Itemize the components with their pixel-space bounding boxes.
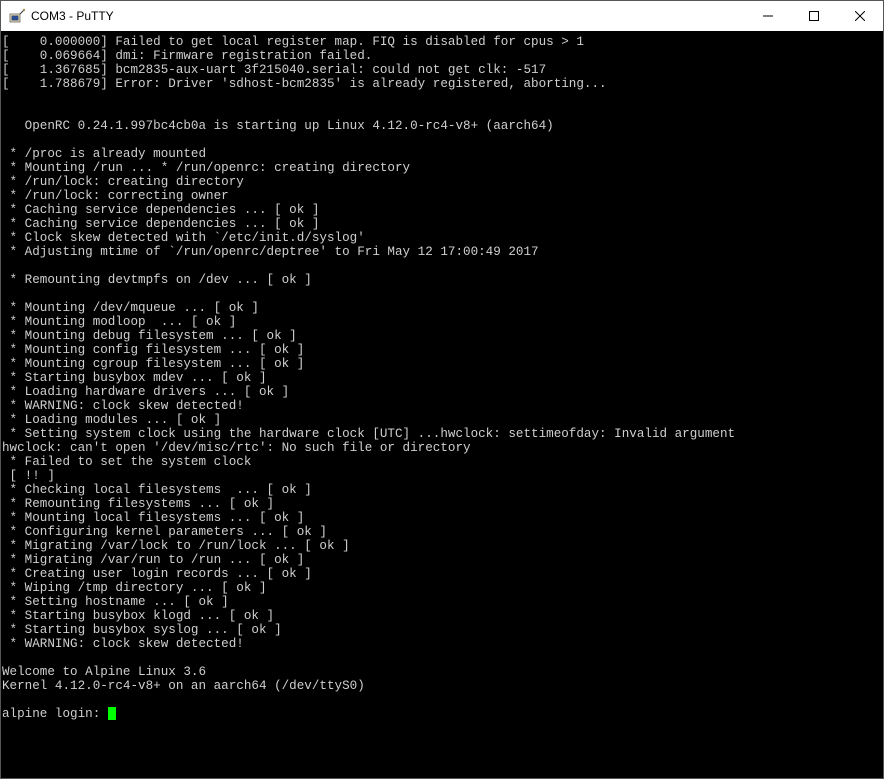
terminal-line (2, 693, 882, 707)
terminal-line: * Wiping /tmp directory ... [ ok ] (2, 581, 882, 595)
terminal-line: * Setting hostname ... [ ok ] (2, 595, 882, 609)
putty-window: COM3 - PuTTY [ 0.000000] Failed to get l… (0, 0, 884, 779)
terminal-line (2, 105, 882, 119)
terminal-line: Kernel 4.12.0-rc4-v8+ on an aarch64 (/de… (2, 679, 882, 693)
terminal-line: * Mounting config filesystem ... [ ok ] (2, 343, 882, 357)
terminal-line: * Mounting local filesystems ... [ ok ] (2, 511, 882, 525)
terminal-line: * Starting busybox syslog ... [ ok ] (2, 623, 882, 637)
terminal-line: OpenRC 0.24.1.997bc4cb0a is starting up … (2, 119, 882, 133)
terminal-line: * Clock skew detected with `/etc/init.d/… (2, 231, 882, 245)
terminal-line: * Migrating /var/run to /run ... [ ok ] (2, 553, 882, 567)
maximize-button[interactable] (791, 1, 837, 31)
terminal-line: * Caching service dependencies ... [ ok … (2, 203, 882, 217)
putty-icon (9, 8, 25, 24)
terminal-line: * Adjusting mtime of `/run/openrc/deptre… (2, 245, 882, 259)
terminal-line: [ !! ] (2, 469, 882, 483)
terminal-line: * WARNING: clock skew detected! (2, 399, 882, 413)
terminal-line: * /proc is already mounted (2, 147, 882, 161)
terminal-line (2, 651, 882, 665)
window-title: COM3 - PuTTY (31, 9, 114, 23)
terminal-line (2, 287, 882, 301)
terminal-line: * Mounting debug filesystem ... [ ok ] (2, 329, 882, 343)
minimize-button[interactable] (745, 1, 791, 31)
terminal-line: * Loading modules ... [ ok ] (2, 413, 882, 427)
terminal-line: * Mounting modloop ... [ ok ] (2, 315, 882, 329)
terminal-line: * Configuring kernel parameters ... [ ok… (2, 525, 882, 539)
terminal-line (2, 259, 882, 273)
terminal-line: * /run/lock: correcting owner (2, 189, 882, 203)
terminal-line: [ 0.000000] Failed to get local register… (2, 35, 882, 49)
terminal-line: * Failed to set the system clock (2, 455, 882, 469)
close-button[interactable] (837, 1, 883, 31)
terminal-line: Welcome to Alpine Linux 3.6 (2, 665, 882, 679)
terminal-line: * Remounting filesystems ... [ ok ] (2, 497, 882, 511)
terminal-line: * Migrating /var/lock to /run/lock ... [… (2, 539, 882, 553)
terminal-line: * Mounting cgroup filesystem ... [ ok ] (2, 357, 882, 371)
terminal-line: * /run/lock: creating directory (2, 175, 882, 189)
terminal-line: * Mounting /dev/mqueue ... [ ok ] (2, 301, 882, 315)
titlebar[interactable]: COM3 - PuTTY (1, 1, 883, 31)
terminal-line: * Starting busybox mdev ... [ ok ] (2, 371, 882, 385)
terminal-line: * Starting busybox klogd ... [ ok ] (2, 609, 882, 623)
terminal-line: alpine login: (2, 707, 882, 721)
terminal-line: * Caching service dependencies ... [ ok … (2, 217, 882, 231)
terminal-line: * Loading hardware drivers ... [ ok ] (2, 385, 882, 399)
terminal-line: * Creating user login records ... [ ok ] (2, 567, 882, 581)
terminal-line: [ 1.367685] bcm2835-aux-uart 3f215040.se… (2, 63, 882, 77)
terminal-line: * Checking local filesystems ... [ ok ] (2, 483, 882, 497)
terminal-line (2, 133, 882, 147)
terminal-line: * Setting system clock using the hardwar… (2, 427, 882, 441)
terminal-line: hwclock: can't open '/dev/misc/rtc': No … (2, 441, 882, 455)
terminal-line: [ 1.788679] Error: Driver 'sdhost-bcm283… (2, 77, 882, 91)
terminal-line: * Mounting /run ... * /run/openrc: creat… (2, 161, 882, 175)
terminal-line: * WARNING: clock skew detected! (2, 637, 882, 651)
terminal-line: [ 0.069664] dmi: Firmware registration f… (2, 49, 882, 63)
cursor (108, 707, 116, 720)
terminal-line: * Remounting devtmpfs on /dev ... [ ok ] (2, 273, 882, 287)
terminal-output[interactable]: [ 0.000000] Failed to get local register… (1, 31, 883, 778)
terminal-line (2, 91, 882, 105)
